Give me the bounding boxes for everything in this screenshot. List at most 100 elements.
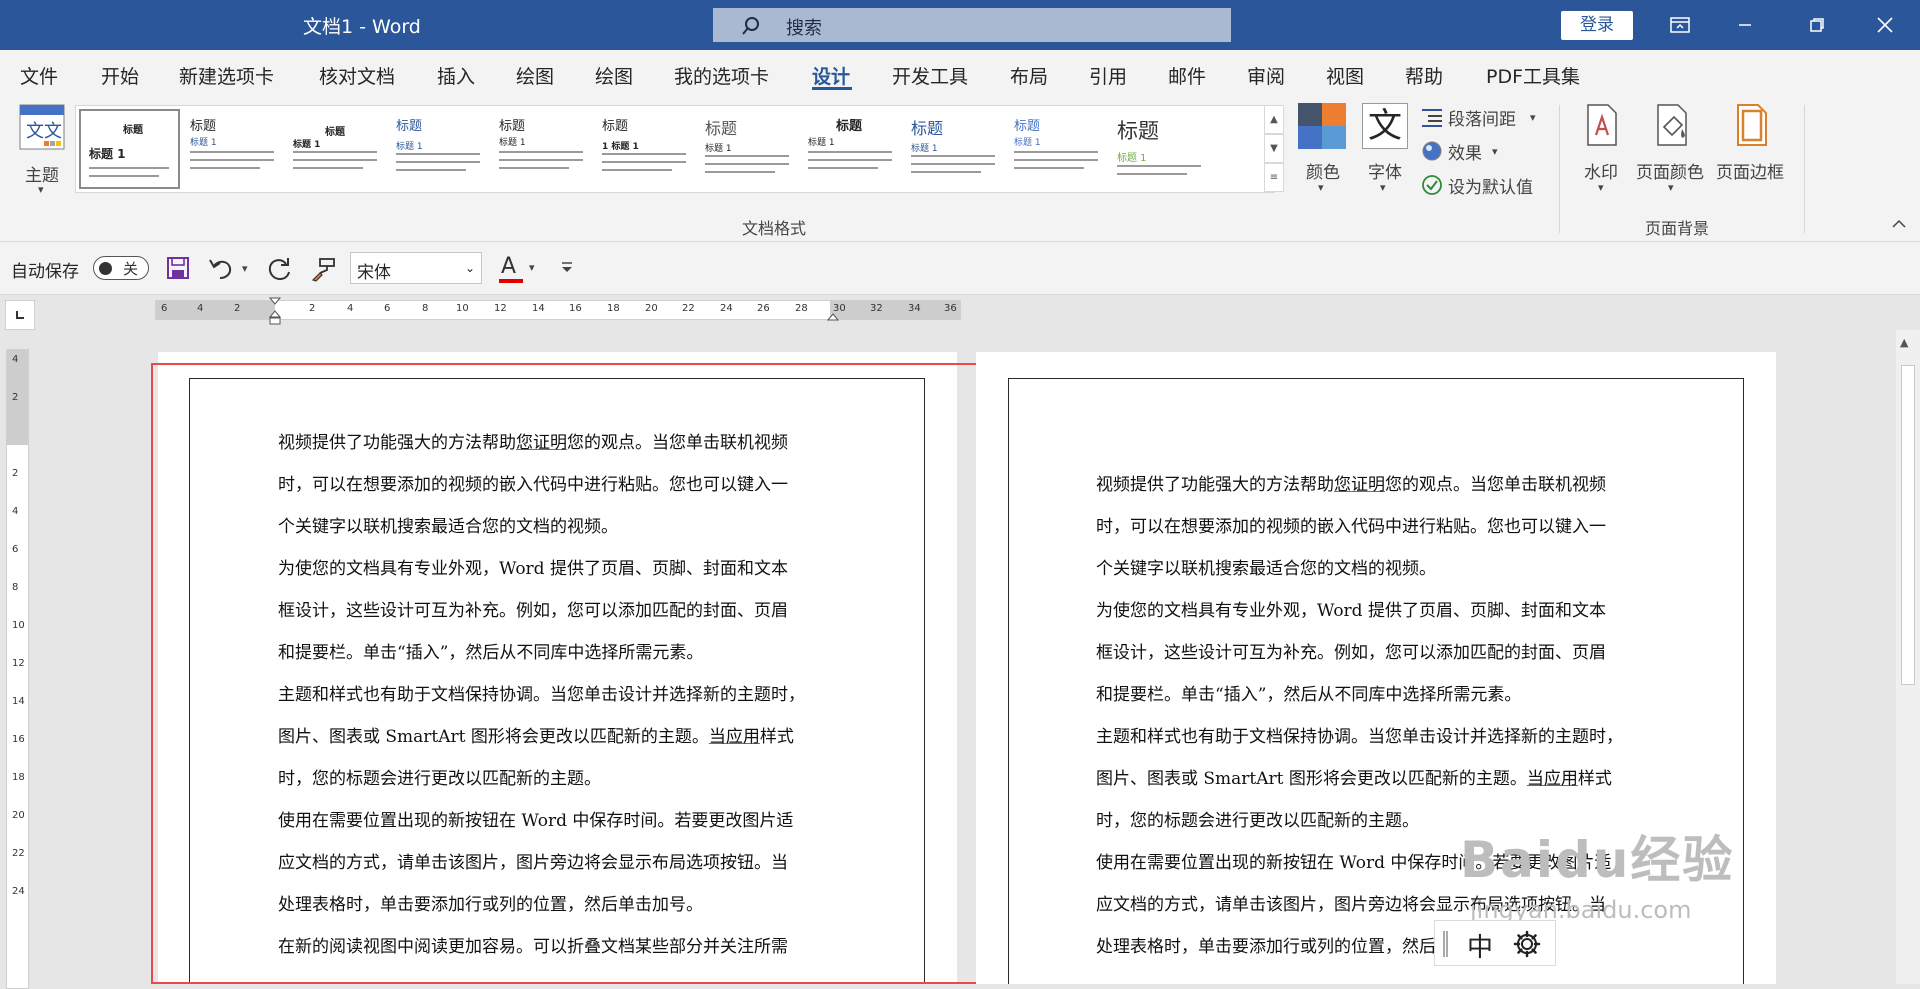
tab-help[interactable]: 帮助: [1405, 62, 1443, 89]
style-heading: 标题: [499, 119, 526, 134]
tab-proofread[interactable]: 核对文档: [319, 62, 395, 89]
tab-developer[interactable]: 开发工具: [892, 62, 968, 89]
tab-mailings[interactable]: 邮件: [1168, 62, 1206, 89]
undo-button[interactable]: ▾: [208, 256, 256, 282]
autosave-toggle[interactable]: 关: [93, 256, 149, 280]
tab-my-tab[interactable]: 我的选项卡: [674, 62, 769, 89]
text-line[interactable]: 为使您的文档具有专业外观，Word 提供了页眉、页脚、封面和文本: [1096, 590, 1623, 632]
font-color-button[interactable]: A ▾: [499, 254, 541, 284]
tab-home[interactable]: 开始: [101, 62, 139, 89]
line-text: 框设计，这些设计可互为补充。例如，您可以添加匹配的封面、页眉: [1096, 643, 1606, 663]
ribbon-display-options-button[interactable]: [1645, 0, 1715, 50]
tab-design[interactable]: 设计: [812, 62, 850, 89]
vertical-scrollbar[interactable]: ▲: [1896, 330, 1920, 984]
style-set-item[interactable]: 标题 标题 1: [800, 109, 901, 189]
ruler-number: 20: [645, 303, 658, 314]
text-line[interactable]: 时，可以在想要添加的视频的嵌入代码中进行粘贴。您也可以键入一: [1096, 506, 1623, 548]
ruler-number: 4: [12, 506, 19, 517]
toggle-knob: [99, 262, 112, 275]
tab-stop-selector[interactable]: [5, 300, 35, 330]
ruler-number: 16: [569, 303, 582, 314]
ruler-number: 16: [12, 734, 25, 745]
tab-review[interactable]: 审阅: [1247, 62, 1285, 89]
style-set-item[interactable]: 标题 标题 1: [285, 109, 386, 189]
paragraph-spacing-button[interactable]: 段落间距 ▾: [1420, 103, 1550, 131]
style-set-item[interactable]: 标题 标题 1: [491, 109, 592, 189]
text-line[interactable]: 框设计，这些设计可互为补充。例如，您可以添加匹配的封面、页眉: [1096, 632, 1623, 674]
drag-handle[interactable]: [1443, 931, 1448, 957]
proofing-underline-text[interactable]: 您证明: [1334, 475, 1385, 495]
format-painter-button[interactable]: [310, 256, 336, 282]
page-color-button[interactable]: 页面颜色 ▾: [1636, 103, 1710, 199]
quick-access-toolbar: 自动保存 关 ▾ 宋体 ⌄ A ▾: [0, 242, 1920, 295]
style-text-line: [911, 155, 995, 157]
style-set-item[interactable]: 标题 标题 1: [903, 109, 1004, 189]
set-as-default-button[interactable]: 设为默认值: [1420, 171, 1550, 199]
tab-draw-1[interactable]: 绘图: [516, 62, 554, 89]
text-line[interactable]: 图片、图表或 SmartArt 图形将会更改以匹配新的主题。当应用样式: [1096, 758, 1623, 800]
scroll-up-icon[interactable]: ▲: [1900, 336, 1908, 349]
themes-icon: 文文: [19, 104, 65, 150]
ime-mode-toggle[interactable]: 中: [1467, 927, 1493, 964]
tab-layout[interactable]: 布局: [1010, 62, 1048, 89]
page-borders-button[interactable]: 页面边框: [1714, 103, 1790, 199]
style-heading: 标题: [911, 119, 944, 138]
text-line[interactable]: 主题和样式也有助于文档保持协调。当您单击设计并选择新的主题时，: [1096, 716, 1623, 758]
watermark-button[interactable]: 水印 ▾: [1578, 103, 1628, 199]
ruler-number: 24: [720, 303, 733, 314]
style-set-item[interactable]: 标题 标题 1: [388, 109, 489, 189]
style-set-item[interactable]: 标题 标题 1: [1109, 109, 1210, 189]
style-heading: 标题: [602, 119, 629, 134]
customize-qat-button[interactable]: [560, 260, 574, 274]
ruler-number: 2: [309, 303, 316, 314]
fonts-button[interactable]: 文 字体 ▾: [1360, 103, 1412, 199]
tab-pdf-tools[interactable]: PDF工具集: [1486, 62, 1580, 89]
minimize-button[interactable]: [1710, 0, 1780, 50]
line-text: 视频提供了功能强大的方法帮助: [1096, 475, 1334, 495]
ruler-number: 22: [12, 848, 25, 859]
font-name-select[interactable]: 宋体 ⌄: [350, 252, 482, 284]
tab-references[interactable]: 引用: [1089, 62, 1127, 89]
save-button[interactable]: [166, 256, 190, 280]
tab-file[interactable]: 文件: [20, 62, 58, 89]
text-line[interactable]: 和提要栏。单击“插入”，然后从不同库中选择所需元素。: [1096, 674, 1623, 716]
gallery-more-button[interactable]: ≡: [1264, 163, 1284, 192]
chevron-up-icon: ▲: [1270, 114, 1278, 125]
style-set-item[interactable]: 标题 标题 1: [1006, 109, 1107, 189]
close-button[interactable]: [1850, 0, 1920, 50]
effects-button[interactable]: 效果 ▾: [1420, 137, 1550, 165]
chevron-down-icon: ▾: [1668, 181, 1674, 194]
style-set-item[interactable]: 标题 标题 1: [182, 109, 283, 189]
gallery-scroll-down[interactable]: ▼: [1264, 134, 1284, 163]
style-heading: 标题: [1014, 119, 1041, 134]
search-box[interactable]: 搜索: [713, 8, 1231, 42]
themes-button[interactable]: 文文 主题 ▾: [14, 103, 70, 196]
colors-button[interactable]: 颜色 ▾: [1298, 103, 1350, 199]
collapse-ribbon-button[interactable]: [1892, 219, 1906, 229]
login-button[interactable]: 登录: [1561, 11, 1633, 40]
proofing-underline-text[interactable]: 当应用: [1527, 769, 1578, 789]
ruler-number: 12: [12, 658, 25, 669]
tab-view[interactable]: 视图: [1326, 62, 1364, 89]
style-subheading: 标题 1: [808, 138, 835, 148]
style-set-item[interactable]: 标题 1 标题 1: [594, 109, 695, 189]
style-set-item[interactable]: 标题 标题 1: [697, 109, 798, 189]
check-circle-icon: [1422, 175, 1442, 195]
vertical-ruler[interactable]: 4 2 2 4 6 8 10 12 14 16 18 20 22 24: [6, 349, 29, 989]
gallery-scroll-up[interactable]: ▲: [1264, 105, 1284, 134]
style-heading: 标题: [396, 119, 423, 134]
restore-button[interactable]: [1782, 0, 1852, 50]
style-set-item[interactable]: 标题 标题 1: [79, 109, 180, 189]
scroll-thumb[interactable]: [1901, 365, 1915, 685]
text-line[interactable]: 视频提供了功能强大的方法帮助您证明您的观点。当您单击联机视频: [1096, 464, 1623, 506]
redo-button[interactable]: [266, 256, 292, 282]
colors-icon: [1298, 103, 1346, 149]
horizontal-ruler[interactable]: 6 4 2 2 4 6 8 10 12 14 16 18 20 22 24 26…: [155, 297, 961, 325]
tab-new-tab[interactable]: 新建选项卡: [179, 62, 274, 89]
tab-insert[interactable]: 插入: [437, 62, 475, 89]
group-label-document-formatting: 文档格式: [742, 219, 807, 238]
text-line[interactable]: 个关键字以联机搜索最适合您的文档的视频。: [1096, 548, 1623, 590]
ime-settings-button[interactable]: [1513, 930, 1541, 958]
tab-draw-2[interactable]: 绘图: [595, 62, 633, 89]
ruler-number: 2: [234, 303, 241, 314]
